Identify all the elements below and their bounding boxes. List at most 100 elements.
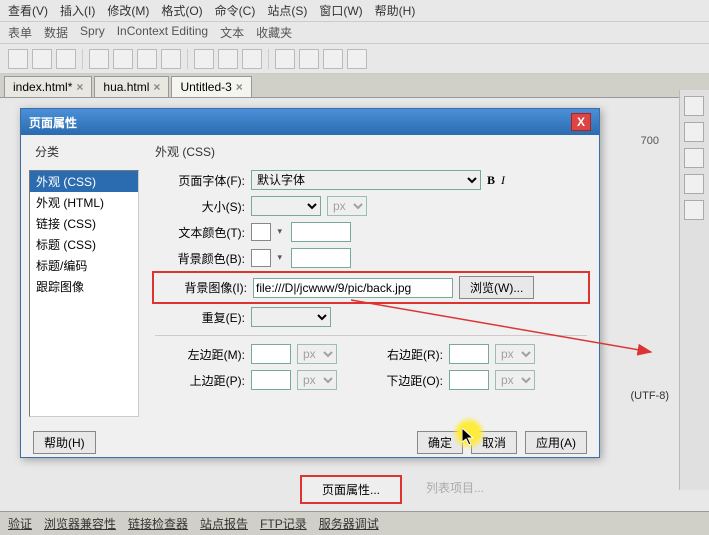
margin-right-input[interactable] [449,344,489,364]
tool-icon-2[interactable] [32,49,52,69]
italic-icon[interactable]: I [501,173,505,188]
panel-icon-5[interactable] [684,200,704,220]
right-panel [679,90,709,490]
insertbar-data[interactable]: 数据 [44,24,68,41]
close-icon[interactable]: X [571,113,591,131]
sidebar-item-title-encoding[interactable]: 标题/编码 [30,255,138,276]
margin-right-unit[interactable]: px [495,344,535,364]
tool-icon-14[interactable] [347,49,367,69]
tab-label: hua.html [103,80,149,94]
properties-panel-buttons: 页面属性... 列表项目... [300,475,492,504]
close-icon[interactable]: × [153,80,160,94]
menu-view[interactable]: 查看(V) [8,2,48,19]
textcolor-input[interactable] [291,222,351,242]
tab-server-debug[interactable]: 服务器调试 [319,515,379,532]
tab-browser-compat[interactable]: 浏览器兼容性 [44,515,116,532]
tool-icon-13[interactable] [323,49,343,69]
dialog-titlebar: 页面属性 X [21,109,599,135]
menu-site[interactable]: 站点(S) [267,2,307,19]
panel-icon-4[interactable] [684,174,704,194]
margin-top-unit[interactable]: px [297,370,337,390]
tool-icon-3[interactable] [56,49,76,69]
menu-window[interactable]: 窗口(W) [319,2,362,19]
tool-icon-1[interactable] [8,49,28,69]
repeat-label: 重复(E): [155,309,245,326]
insert-bar: 表单 数据 Spry InContext Editing 文本 收藏夹 [0,22,709,44]
insertbar-ice[interactable]: InContext Editing [117,24,208,41]
tool-icon-11[interactable] [275,49,295,69]
panel-icon-3[interactable] [684,148,704,168]
sidebar-item-appearance-html[interactable]: 外观 (HTML) [30,192,138,213]
margin-left-input[interactable] [251,344,291,364]
dialog-title-text: 页面属性 [29,114,77,131]
bgimage-label: 背景图像(I): [157,279,247,296]
cancel-button[interactable]: 取消 [471,431,517,454]
ok-button[interactable]: 确定 [417,431,463,454]
tool-icon-12[interactable] [299,49,319,69]
sidebar-item-tracing-image[interactable]: 跟踪图像 [30,276,138,297]
help-button[interactable]: 帮助(H) [33,431,96,454]
close-icon[interactable]: × [76,80,83,94]
bgcolor-input[interactable] [291,248,351,268]
page-properties-button[interactable]: 页面属性... [300,475,402,504]
size-unit-select[interactable]: px [327,196,367,216]
sidebar-label: 分类 [29,141,143,162]
tool-icon-8[interactable] [194,49,214,69]
document-tabs: index.html* × hua.html × Untitled-3 × [0,74,709,98]
tab-index[interactable]: index.html* × [4,76,92,97]
tab-validation[interactable]: 验证 [8,515,32,532]
tab-hua[interactable]: hua.html × [94,76,169,97]
insertbar-fav[interactable]: 收藏夹 [256,24,292,41]
close-icon[interactable]: × [236,80,243,94]
tab-untitled[interactable]: Untitled-3 × [171,76,251,97]
panel-icon-1[interactable] [684,96,704,116]
dialog-footer: 帮助(H) 确定 取消 应用(A) [21,425,599,460]
menu-commands[interactable]: 命令(C) [215,2,256,19]
menu-help[interactable]: 帮助(H) [375,2,416,19]
tool-icon-7[interactable] [161,49,181,69]
size-select[interactable] [251,196,321,216]
bold-icon[interactable]: B [487,173,495,188]
panel-icon-2[interactable] [684,122,704,142]
insertbar-text[interactable]: 文本 [220,24,244,41]
sidebar-item-appearance-css[interactable]: 外观 (CSS) [30,171,138,192]
bgimage-input[interactable] [253,278,453,298]
sidebar-item-headings[interactable]: 标题 (CSS) [30,234,138,255]
browse-button[interactable]: 浏览(W)... [459,276,534,299]
tab-site-reports[interactable]: 站点报告 [200,515,248,532]
menu-insert[interactable]: 插入(I) [60,2,95,19]
tool-icon-9[interactable] [218,49,238,69]
textcolor-label: 文本颜色(T): [155,224,245,241]
tool-icon-10[interactable] [242,49,262,69]
repeat-select[interactable] [251,307,331,327]
tool-icon-6[interactable] [137,49,157,69]
menu-modify[interactable]: 修改(M) [107,2,149,19]
results-panel-tabs: 验证 浏览器兼容性 链接检查器 站点报告 FTP记录 服务器调试 [0,511,709,535]
margin-bottom-input[interactable] [449,370,489,390]
category-list: 外观 (CSS) 外观 (HTML) 链接 (CSS) 标题 (CSS) 标题/… [29,170,139,417]
margin-top-input[interactable] [251,370,291,390]
font-label: 页面字体(F): [155,172,245,189]
tab-label: Untitled-3 [180,80,231,94]
tab-label: index.html* [13,80,72,94]
encoding-label: (UTF-8) [631,390,670,402]
document-toolbar [0,44,709,74]
apply-button[interactable]: 应用(A) [525,431,587,454]
font-select[interactable]: 默认字体 [251,170,481,190]
bgcolor-swatch[interactable] [251,249,271,267]
bgcolor-label: 背景颜色(B): [155,250,245,267]
tab-link-checker[interactable]: 链接检查器 [128,515,188,532]
ruler-mark: 700 [641,135,659,147]
margin-left-unit[interactable]: px [297,344,337,364]
insertbar-spry[interactable]: Spry [80,24,105,41]
menubar: 查看(V) 插入(I) 修改(M) 格式(O) 命令(C) 站点(S) 窗口(W… [0,0,709,22]
tool-icon-4[interactable] [89,49,109,69]
insertbar-form[interactable]: 表单 [8,24,32,41]
menu-format[interactable]: 格式(O) [161,2,202,19]
margin-right-label: 右边距(R): [363,346,443,363]
textcolor-swatch[interactable] [251,223,271,241]
tool-icon-5[interactable] [113,49,133,69]
tab-ftp-log[interactable]: FTP记录 [260,515,307,532]
margin-bottom-unit[interactable]: px [495,370,535,390]
sidebar-item-links[interactable]: 链接 (CSS) [30,213,138,234]
